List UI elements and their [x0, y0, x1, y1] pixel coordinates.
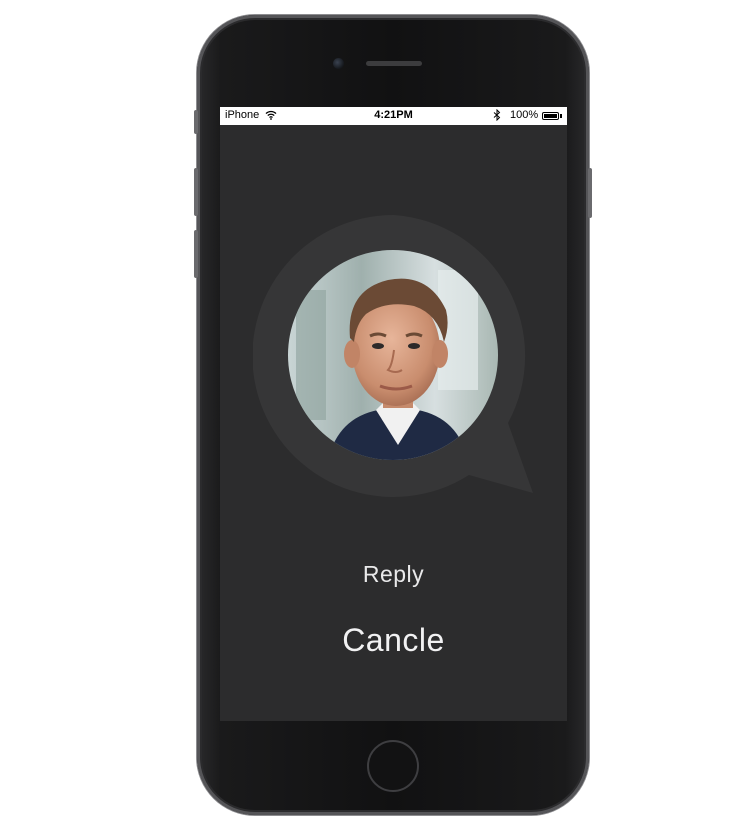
earpiece-speaker — [366, 61, 422, 66]
avatar — [288, 250, 498, 460]
power-button — [588, 168, 592, 218]
battery-level-fill — [544, 114, 557, 118]
front-camera — [333, 58, 344, 69]
status-bar: iPhone 4:21PM 100% — [220, 107, 567, 125]
volume-up-button — [194, 168, 198, 216]
reply-button[interactable]: Reply — [220, 561, 567, 588]
cancel-button[interactable]: Cancle — [220, 622, 567, 659]
battery-tip — [560, 114, 562, 118]
battery-icon — [542, 112, 559, 120]
bluetooth-icon — [493, 109, 501, 121]
stage: iPhone 4:21PM 100% Reply Cancle — [0, 0, 750, 838]
mute-switch — [194, 110, 198, 134]
volume-down-button — [194, 230, 198, 278]
battery-percent: 100% — [510, 109, 539, 121]
home-button[interactable] — [367, 740, 419, 792]
